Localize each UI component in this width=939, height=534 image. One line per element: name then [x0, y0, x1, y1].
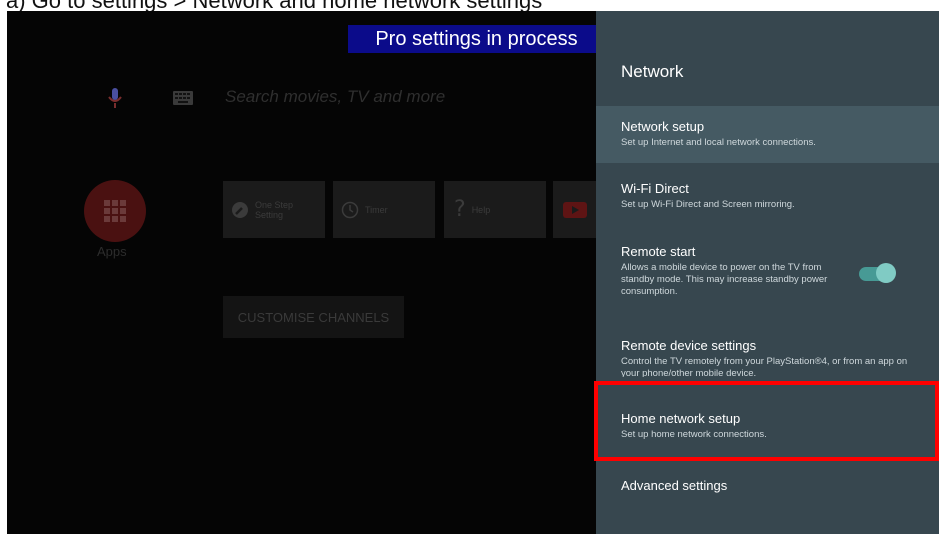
menu-item-wifi-direct[interactable]: Wi-Fi Direct Set up Wi-Fi Direct and Scr…: [596, 174, 939, 224]
clock-icon: [341, 201, 359, 218]
status-banner: Pro settings in process: [348, 25, 605, 53]
item-title: Remote start: [621, 244, 696, 259]
tile-label: Timer: [365, 204, 388, 215]
customise-channels-button[interactable]: CUSTOMISE CHANNELS: [223, 296, 404, 338]
item-subtitle: Set up Wi-Fi Direct and Screen mirroring…: [621, 199, 795, 210]
microphone-icon[interactable]: [108, 88, 122, 110]
item-title: Remote device settings: [621, 338, 757, 353]
panel-title: Network: [621, 62, 684, 81]
tv-screen: Pro settings in process Search movies, T…: [7, 11, 939, 534]
apps-grid-icon: [104, 200, 126, 222]
tile-one-step-setting[interactable]: One Step Setting: [223, 181, 325, 238]
menu-item-network-setup[interactable]: Network setup Set up Internet and local …: [596, 106, 939, 163]
highlight-box: [594, 381, 939, 461]
tile-label: One Step Setting: [255, 199, 294, 220]
keyboard-icon[interactable]: [173, 91, 193, 105]
item-subtitle: Allows a mobile device to power on the T…: [621, 262, 828, 297]
wrench-icon: [232, 201, 248, 218]
toggle-knob: [876, 263, 896, 283]
tile-timer[interactable]: Timer: [333, 181, 435, 238]
menu-item-remote-device-settings[interactable]: Remote device settings Control the TV re…: [596, 333, 939, 377]
question-icon: ?: [454, 197, 466, 222]
tile-label: Help: [471, 204, 491, 215]
item-title: Wi-Fi Direct: [621, 181, 689, 196]
caption: a) Go to settings > Network and home net…: [6, 0, 543, 13]
tile-help[interactable]: ? Help: [444, 181, 546, 238]
item-subtitle: Control the TV remotely from your PlaySt…: [621, 356, 908, 377]
item-title: Advanced settings: [621, 478, 728, 493]
item-subtitle: Set up Internet and local network connec…: [621, 137, 816, 148]
item-title: Network setup: [621, 119, 705, 134]
youtube-icon: [563, 201, 587, 218]
apps-label: Apps: [97, 244, 127, 259]
search-input[interactable]: Search movies, TV and more: [225, 87, 445, 107]
menu-item-advanced-settings[interactable]: Advanced settings: [596, 475, 939, 505]
